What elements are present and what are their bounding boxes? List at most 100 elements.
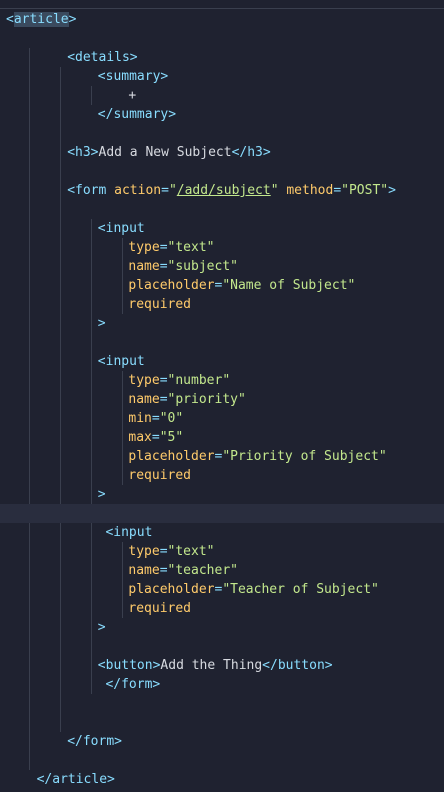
- scrolled-line-fragment: [0, 0, 444, 9]
- code-line[interactable]: required: [128, 466, 191, 485]
- code-line[interactable]: type="number": [128, 371, 230, 390]
- code-line[interactable]: </form>: [105, 675, 160, 694]
- code-token: =: [159, 544, 168, 559]
- indent-guide: [122, 238, 123, 314]
- code-token: "priority": [167, 392, 246, 407]
- code-token: =: [159, 563, 168, 578]
- code-token: ": [168, 183, 177, 198]
- code-token: +: [128, 88, 137, 103]
- code-token: action: [114, 183, 162, 198]
- code-line[interactable]: min="0": [128, 409, 183, 428]
- code-token: "subject": [167, 259, 238, 274]
- code-line[interactable]: <button>Add the Thing</button>: [98, 656, 333, 675]
- indent-guide: [60, 67, 61, 732]
- code-token: <button>: [97, 658, 161, 673]
- code-token: placeholder: [128, 582, 215, 597]
- code-token: "number": [167, 373, 231, 388]
- code-token: </button>: [262, 658, 333, 673]
- code-token: "0": [159, 411, 184, 426]
- code-token: "Name of Subject": [222, 278, 356, 293]
- indent-guide: [29, 48, 30, 770]
- code-token: max: [128, 430, 152, 445]
- code-token: name: [128, 259, 160, 274]
- code-token: <details>: [67, 50, 138, 65]
- code-line[interactable]: max="5": [128, 428, 183, 447]
- code-token: "text": [167, 544, 215, 559]
- code-line[interactable]: </form>: [67, 732, 122, 751]
- code-line[interactable]: placeholder="Teacher of Subject": [128, 580, 378, 599]
- code-token: type: [128, 373, 160, 388]
- code-token: placeholder: [128, 449, 215, 464]
- code-token: =: [151, 411, 160, 426]
- code-line[interactable]: </article>: [37, 770, 115, 789]
- code-line[interactable]: >: [98, 618, 106, 637]
- code-line[interactable]: required: [128, 599, 191, 618]
- code-token: Add the Thing: [160, 658, 263, 673]
- indent-guide: [122, 371, 123, 485]
- code-line[interactable]: name="priority": [128, 390, 245, 409]
- code-line[interactable]: required: [128, 295, 191, 314]
- code-token: type: [128, 544, 160, 559]
- code-token: "teacher": [167, 563, 238, 578]
- code-token: =: [159, 373, 168, 388]
- code-token: Add a New Subject: [98, 145, 232, 160]
- code-token: <input: [97, 354, 145, 369]
- code-token: =: [333, 183, 342, 198]
- code-line[interactable]: +: [128, 86, 136, 105]
- code-token: </form>: [105, 677, 161, 692]
- code-token: "POST": [341, 183, 389, 198]
- code-token: article: [13, 12, 69, 27]
- indent-guide: [91, 219, 92, 694]
- code-line[interactable]: </summary>: [98, 105, 176, 124]
- code-line[interactable]: name="teacher": [128, 561, 238, 580]
- code-line[interactable]: placeholder="Priority of Subject": [128, 447, 386, 466]
- code-line[interactable]: >: [98, 314, 106, 333]
- code-token: </h3>: [231, 145, 271, 160]
- code-token: "text": [167, 240, 215, 255]
- code-token: <input: [97, 221, 145, 236]
- code-token: =: [159, 240, 168, 255]
- code-token: /add/subject: [176, 183, 271, 198]
- code-line[interactable]: <form action="/add/subject" method="POST…: [67, 181, 396, 200]
- code-token: name: [128, 392, 160, 407]
- code-line[interactable]: type="text": [128, 542, 214, 561]
- code-token: =: [159, 259, 168, 274]
- code-line[interactable]: placeholder="Name of Subject": [128, 276, 355, 295]
- code-token: ": [270, 183, 279, 198]
- code-token: <summary>: [97, 69, 169, 84]
- code-token: =: [159, 392, 168, 407]
- code-token: method: [286, 183, 334, 198]
- code-token: </article>: [36, 772, 115, 787]
- code-line[interactable]: <input: [98, 352, 145, 371]
- code-token: >: [97, 487, 106, 502]
- code-token: </summary>: [97, 107, 177, 122]
- code-token: type: [128, 240, 160, 255]
- code-token: "Priority of Subject": [222, 449, 387, 464]
- code-line[interactable]: type="text": [128, 238, 214, 257]
- indent-guide: [122, 542, 123, 618]
- code-token: required: [128, 601, 192, 616]
- current-line-highlight: [0, 504, 444, 523]
- code-line[interactable]: <article>: [6, 10, 76, 29]
- code-token: required: [128, 297, 192, 312]
- code-token: >: [97, 620, 106, 635]
- code-editor[interactable]: <article> <details> <summary> + </summary> <h…: [0, 0, 444, 792]
- code-token: >: [388, 183, 396, 198]
- code-line[interactable]: name="subject": [128, 257, 238, 276]
- code-token: =: [151, 430, 160, 445]
- code-line[interactable]: <summary>: [98, 67, 168, 86]
- code-line[interactable]: <input: [105, 523, 152, 542]
- code-line[interactable]: <input: [98, 219, 145, 238]
- code-token: </form>: [67, 734, 122, 749]
- code-token: <: [6, 12, 14, 27]
- code-token: name: [128, 563, 160, 578]
- code-line[interactable]: >: [98, 485, 106, 504]
- code-line[interactable]: <h3>Add a New Subject</h3>: [67, 143, 271, 162]
- code-line[interactable]: <details>: [67, 48, 137, 67]
- code-token: required: [128, 468, 192, 483]
- indent-guide: [91, 86, 92, 105]
- code-token: >: [97, 316, 106, 331]
- code-token: "5": [159, 430, 184, 445]
- code-token: >: [68, 12, 77, 27]
- code-token: <input: [105, 525, 153, 540]
